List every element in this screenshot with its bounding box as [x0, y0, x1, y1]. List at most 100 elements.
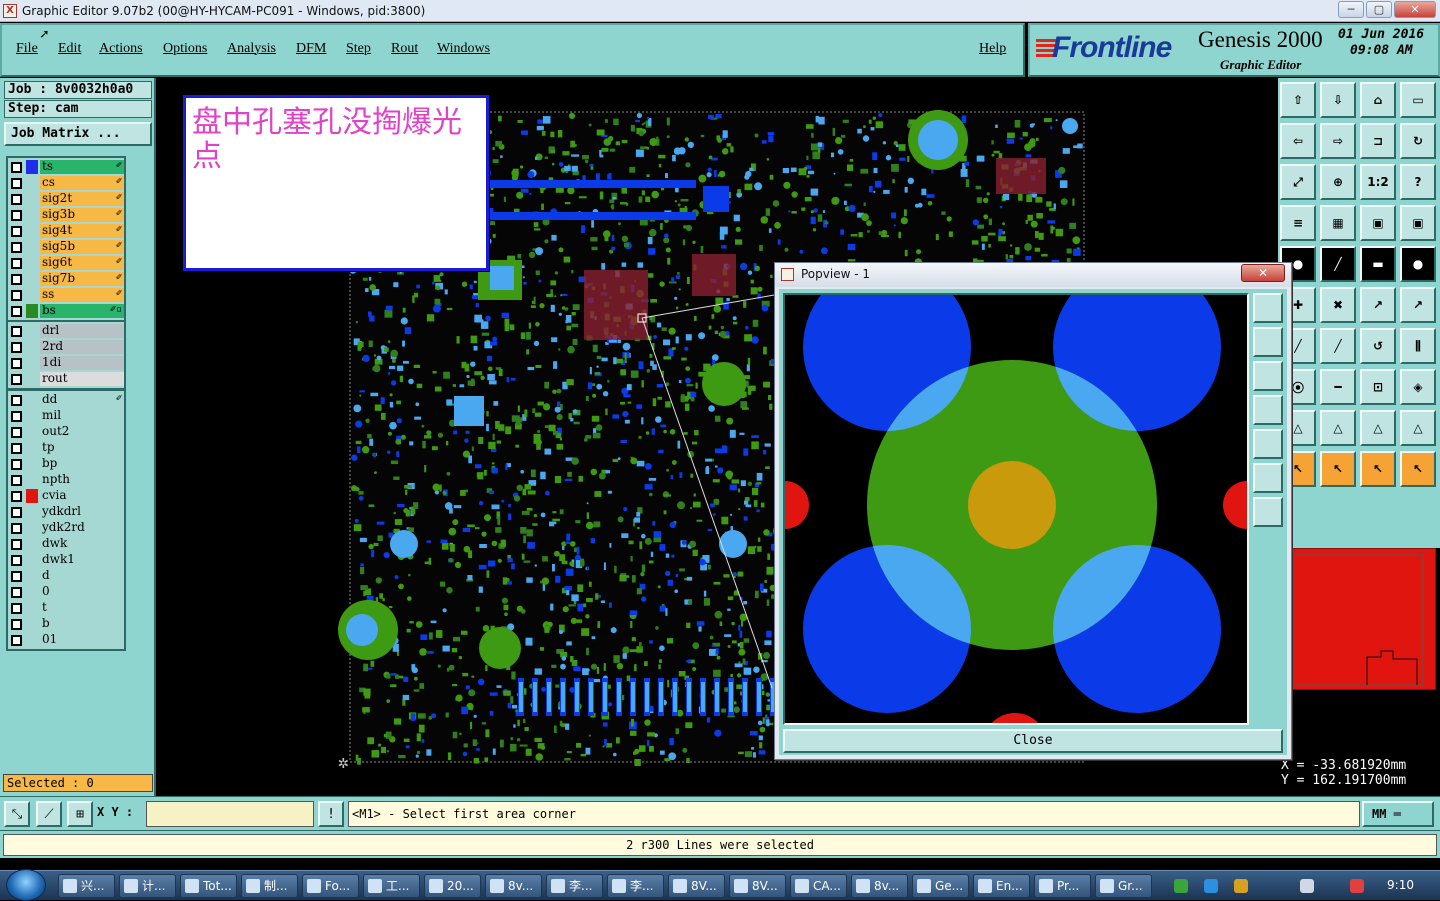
draw-line2-icon[interactable]: ↗: [1400, 287, 1436, 323]
move-right-icon[interactable]: ⇨: [1320, 123, 1356, 159]
taskbar-item[interactable]: En...: [973, 874, 1030, 898]
layer-checkbox[interactable]: [11, 177, 22, 189]
layer-checkbox[interactable]: [11, 373, 22, 385]
select3-icon[interactable]: ↖: [1360, 451, 1396, 487]
layer-name[interactable]: cvia: [40, 489, 124, 503]
layer-checkbox[interactable]: [11, 474, 22, 486]
fit-icon[interactable]: ⤢: [1280, 164, 1316, 200]
split-icon[interactable]: ⫼: [1400, 328, 1436, 364]
layer-row-dwk1[interactable]: dwk1: [8, 552, 124, 568]
taskbar-item[interactable]: 李...: [546, 874, 603, 898]
menu-step[interactable]: Step: [346, 41, 371, 57]
layer-checkbox[interactable]: [11, 257, 22, 269]
popview-close-x-button[interactable]: ✕: [1241, 264, 1285, 282]
layer-row-tp[interactable]: tp: [8, 440, 124, 456]
layer-name[interactable]: tp: [40, 441, 124, 455]
move-up-icon[interactable]: ⇧: [1280, 82, 1316, 118]
move-left-icon[interactable]: ⇦: [1280, 123, 1316, 159]
layer-checkbox[interactable]: [11, 554, 22, 566]
layer-checkbox[interactable]: [11, 458, 22, 470]
layer-row-out2[interactable]: out2: [8, 424, 124, 440]
layer-checkbox[interactable]: [11, 394, 22, 406]
zoom-area-icon[interactable]: ⤡: [4, 801, 30, 827]
taskbar-item[interactable]: 工...: [363, 874, 420, 898]
tray-input-icon[interactable]: [1234, 879, 1248, 893]
layer-name[interactable]: cs: [40, 176, 124, 190]
layer-checkbox[interactable]: [11, 426, 22, 438]
layer-name[interactable]: drl: [40, 324, 124, 338]
taskbar-item[interactable]: 兴...: [58, 874, 115, 898]
layer-checkbox[interactable]: [11, 325, 22, 337]
menu-rout[interactable]: Rout: [391, 41, 418, 57]
layer-name[interactable]: t: [40, 601, 124, 615]
layer-name[interactable]: dwk: [40, 537, 124, 551]
layer-checkbox[interactable]: [11, 538, 22, 550]
layer-name[interactable]: mil: [40, 409, 124, 423]
layer-row-mil[interactable]: mil: [8, 408, 124, 424]
help-icon[interactable]: ?: [1400, 164, 1436, 200]
layer-row-bs[interactable]: bs ✐▫: [8, 303, 124, 319]
taskbar-item[interactable]: 8V...: [668, 874, 725, 898]
menu-help[interactable]: Help: [979, 41, 1006, 57]
select2-icon[interactable]: ↖: [1320, 451, 1356, 487]
line-icon[interactable]: ╱: [1320, 246, 1356, 282]
layer-red-icon[interactable]: ▣: [1360, 205, 1396, 241]
layer-row-dwk[interactable]: dwk: [8, 536, 124, 552]
layer-row-ss[interactable]: ss ✐: [8, 287, 124, 303]
layer-name[interactable]: sig3b: [40, 208, 124, 222]
units-selector[interactable]: MM ═: [1362, 801, 1434, 827]
measure-icon[interactable]: ⟋: [36, 801, 62, 827]
tray-network-icon[interactable]: [1204, 879, 1218, 893]
layer-name[interactable]: bp: [40, 457, 124, 471]
layer-row-sig3b[interactable]: sig3b ✐: [8, 207, 124, 223]
layer-row-sig5b[interactable]: sig5b ✐: [8, 239, 124, 255]
layer-checkbox[interactable]: [11, 241, 22, 253]
layer-checkbox[interactable]: [11, 442, 22, 454]
taskbar-item[interactable]: 20...: [424, 874, 481, 898]
start-button[interactable]: [6, 869, 46, 901]
layer-name[interactable]: d: [40, 569, 124, 583]
layer-checkbox[interactable]: [11, 341, 22, 353]
layer-checkbox[interactable]: [11, 225, 22, 237]
layer-row-t[interactable]: t: [8, 600, 124, 616]
layer-row-npth[interactable]: npth: [8, 472, 124, 488]
taskbar-item[interactable]: Fo...: [302, 874, 359, 898]
layer-row-drl[interactable]: drl: [8, 323, 124, 339]
menu-windows[interactable]: Windows: [437, 41, 490, 57]
tray-flag-icon[interactable]: [1350, 879, 1364, 893]
shapes-icon[interactable]: ◈: [1400, 369, 1436, 405]
box-icon[interactable]: ⊡: [1360, 369, 1396, 405]
settings-icon[interactable]: ≡: [1280, 205, 1316, 241]
layer-row-sig6t[interactable]: sig6t ✐: [8, 255, 124, 271]
popview-zoom-out-icon[interactable]: [1253, 497, 1283, 527]
layer-name[interactable]: 2rd: [40, 340, 124, 354]
layer-row-1di[interactable]: 1di: [8, 355, 124, 371]
layer-checkbox[interactable]: [11, 209, 22, 221]
layer-checkbox[interactable]: [11, 357, 22, 369]
draw-line-icon[interactable]: ↗: [1360, 287, 1396, 323]
layer-name[interactable]: ydkdrl: [40, 505, 124, 519]
menu-dfm[interactable]: DFM: [296, 41, 326, 57]
taskbar-item[interactable]: Ge...: [912, 874, 969, 898]
layer-checkbox[interactable]: [11, 506, 22, 518]
layer-checkbox[interactable]: [11, 570, 22, 582]
layer-name[interactable]: sig4t: [40, 224, 124, 238]
menu-options[interactable]: Options: [163, 41, 207, 57]
popview-zoom-area[interactable]: [783, 293, 1249, 725]
layer-name[interactable]: rout: [40, 372, 124, 386]
popview-zoom-in-icon[interactable]: [1253, 463, 1283, 493]
layer-name[interactable]: ydk2rd: [40, 521, 124, 535]
grid-icon[interactable]: ⊞: [67, 801, 93, 827]
layer-row-d[interactable]: d: [8, 568, 124, 584]
ruler-icon[interactable]: ▬: [1360, 246, 1396, 282]
layer-name[interactable]: ts: [40, 160, 124, 174]
maximize-button[interactable]: ▢: [1366, 1, 1392, 18]
center-icon[interactable]: ⊕: [1320, 164, 1356, 200]
layer-checkbox[interactable]: [11, 410, 22, 422]
layer-row-b[interactable]: b: [8, 616, 124, 632]
menu-edit[interactable]: Edit: [58, 41, 81, 57]
taskbar-item[interactable]: 制...: [241, 874, 298, 898]
alert-button[interactable]: !: [318, 801, 344, 827]
layer-checkbox[interactable]: [11, 586, 22, 598]
tray-volume-icon[interactable]: [1300, 879, 1314, 893]
